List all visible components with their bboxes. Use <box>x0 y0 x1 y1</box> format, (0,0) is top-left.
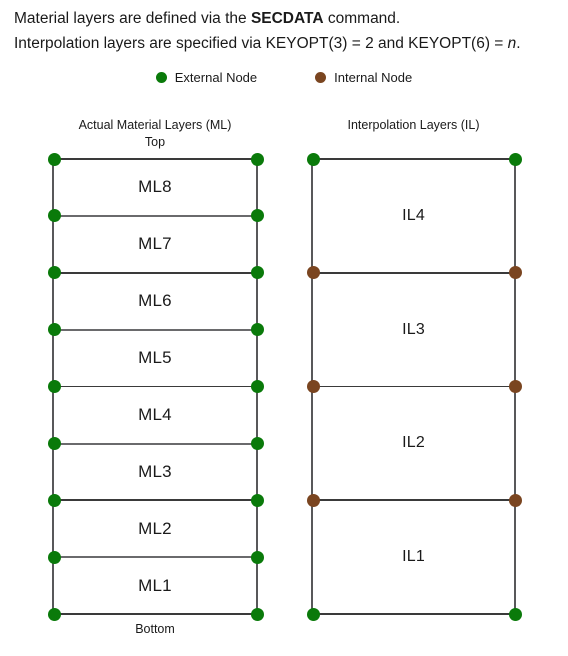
ml-boundary-line <box>52 499 258 502</box>
ml-boundary-line <box>52 385 258 388</box>
ml-band: ML7 <box>52 216 258 273</box>
header-line-2-part-2: . <box>516 35 521 52</box>
il-internal-node <box>306 266 320 280</box>
ml-band-label: ML2 <box>138 518 172 538</box>
ml-external-node <box>47 607 61 621</box>
ml-band: ML4 <box>52 387 258 444</box>
header-line-1: Material layers are defined via the SECD… <box>14 6 566 31</box>
il-boundary-line <box>311 385 516 388</box>
circle-marker-icon <box>155 72 167 83</box>
ml-band: ML3 <box>52 443 258 500</box>
legend-item-external-node: External Node <box>155 70 258 85</box>
ml-bottom-label: Bottom <box>135 622 175 636</box>
ml-external-node <box>250 607 264 621</box>
il-band: IL2 <box>311 387 516 501</box>
ml-band-label: ML1 <box>138 575 172 595</box>
ml-external-node <box>250 380 264 393</box>
il-boundary-line <box>311 271 516 274</box>
ml-boundary-line <box>52 158 258 160</box>
il-band-label: IL2 <box>402 434 425 452</box>
il-internal-node <box>508 380 522 393</box>
ml-boundary-line <box>52 215 258 218</box>
ml-external-node <box>250 152 264 166</box>
ml-external-node <box>250 493 264 507</box>
ml-band-label: ML8 <box>138 177 172 197</box>
header-line-2-part-1: Interpolation layers are specified via K… <box>14 35 508 52</box>
keyopt-n-variable: n <box>507 35 517 52</box>
il-external-node <box>306 152 320 166</box>
ml-band-label: ML3 <box>138 461 172 481</box>
ml-column-title: Actual Material Layers (ML) <box>78 118 232 132</box>
il-boundary-line <box>311 613 516 615</box>
ml-external-node <box>47 209 61 223</box>
ml-boundary-line <box>52 556 258 559</box>
ml-external-node <box>47 323 61 337</box>
il-band: IL1 <box>311 500 516 614</box>
ml-boundary-line <box>52 442 258 445</box>
circle-marker-icon <box>315 72 327 83</box>
il-boundary-line <box>311 499 516 502</box>
legend-label-internal-node: Internal Node <box>334 70 413 85</box>
ml-external-node <box>250 209 264 223</box>
ml-band: ML5 <box>52 330 258 387</box>
il-external-node <box>508 152 522 166</box>
il-internal-node <box>306 493 320 507</box>
il-band: IL4 <box>311 159 516 273</box>
ml-external-node <box>47 436 61 450</box>
header-line-2: Interpolation layers are specified via K… <box>14 31 566 56</box>
ml-band-label: ML6 <box>138 291 172 311</box>
ml-external-node <box>250 436 264 450</box>
il-band-label: IL3 <box>402 320 425 338</box>
ml-external-node <box>47 266 61 280</box>
ml-top-label: Top <box>144 135 166 149</box>
ml-band: ML6 <box>52 273 258 330</box>
ml-external-node <box>250 323 264 337</box>
il-external-node <box>306 607 320 621</box>
il-internal-node <box>508 493 522 507</box>
interpolation-layers-diagram: IL4 IL3 IL2 IL1 <box>306 152 522 621</box>
ml-band: ML1 <box>52 557 258 614</box>
il-band-label: IL4 <box>402 206 425 224</box>
ml-external-node <box>250 266 264 280</box>
ml-external-node <box>47 152 61 166</box>
legend: External Node Internal Node <box>0 70 568 85</box>
ml-band: ML8 <box>52 159 258 216</box>
ml-boundary-line <box>52 328 258 331</box>
ml-boundary-line <box>52 613 258 615</box>
legend-label-external-node: External Node <box>174 70 258 85</box>
ml-band-label: ML7 <box>138 234 172 254</box>
il-external-node <box>508 607 522 621</box>
ml-external-node <box>47 493 61 507</box>
ml-band: ML2 <box>52 500 258 557</box>
il-internal-node <box>508 266 522 280</box>
il-boundary-line <box>311 158 516 160</box>
il-column-title: Interpolation Layers (IL) <box>347 118 480 132</box>
material-layers-diagram: ML8 ML7 ML6 ML5 ML4 ML3 ML2 ML1 <box>47 152 264 621</box>
secdata-command-name: SECDATA <box>250 10 324 27</box>
il-internal-node <box>306 380 320 393</box>
ml-band-label: ML5 <box>138 348 172 368</box>
header-line-1-part-2: command. <box>323 10 401 27</box>
header-line-1-part-1: Material layers are defined via the <box>14 10 251 27</box>
il-band-label: IL1 <box>402 548 425 566</box>
header-text-block: Material layers are defined via the SECD… <box>14 6 566 56</box>
il-band: IL3 <box>311 273 516 387</box>
ml-external-node <box>250 550 264 564</box>
ml-external-node <box>47 550 61 564</box>
ml-boundary-line <box>52 271 258 274</box>
legend-item-internal-node: Internal Node <box>315 70 412 85</box>
ml-band-label: ML4 <box>138 404 172 424</box>
ml-external-node <box>47 380 61 393</box>
